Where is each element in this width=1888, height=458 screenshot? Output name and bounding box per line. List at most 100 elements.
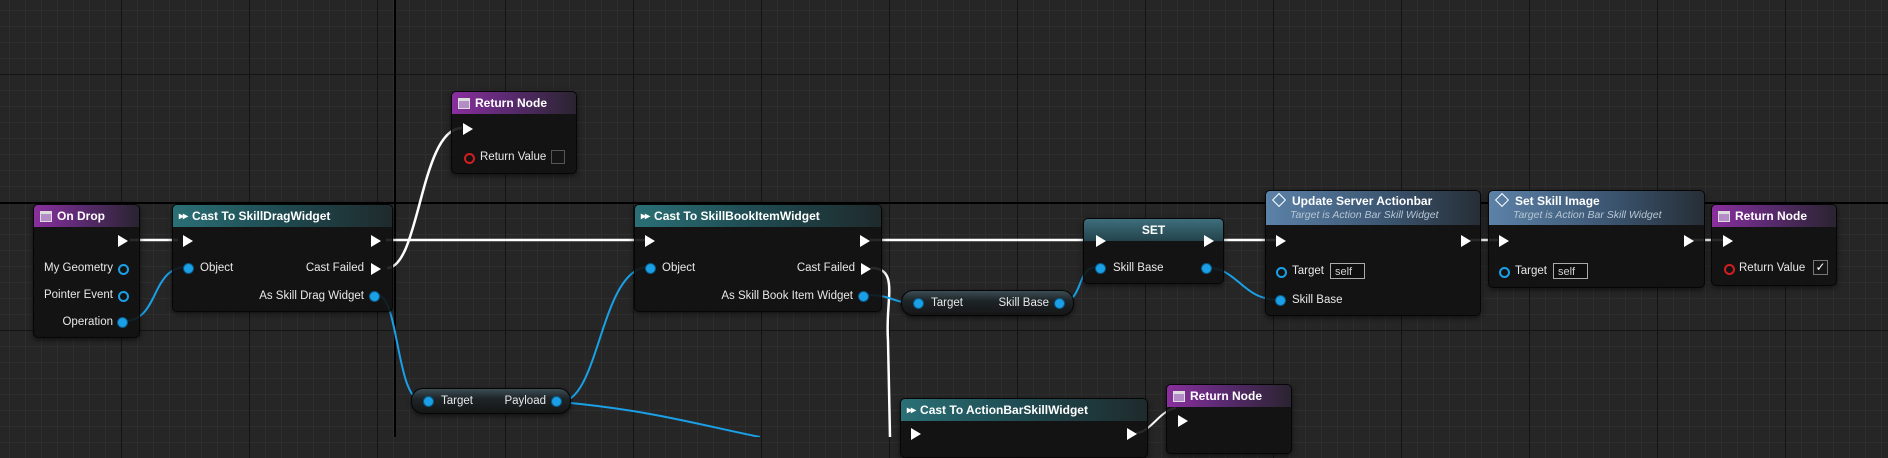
target-pin[interactable]: [1276, 267, 1287, 278]
exec-in-pin[interactable]: [911, 428, 921, 440]
cast-skill-drag-header: ▸▸ Cast To SkillDragWidget: [173, 205, 392, 227]
return-node-top-title: Return Node: [475, 96, 547, 110]
on-drop-node[interactable]: On Drop My Geometry Pointer Event Operat…: [33, 204, 140, 338]
as-skill-drag-widget-label: As Skill Drag Widget: [259, 290, 364, 302]
as-skill-book-item-widget-pin[interactable]: [859, 292, 868, 301]
return-node-bottom-title: Return Node: [1190, 389, 1262, 403]
cast-icon: ▸▸: [179, 210, 188, 222]
target-value-field[interactable]: self: [1553, 263, 1588, 279]
cast-skill-book-header: ▸▸ Cast To SkillBookItemWidget: [635, 205, 881, 227]
set-skill-image-title: Set Skill Image: [1515, 194, 1600, 208]
target-label: Target: [931, 297, 963, 309]
function-diamond-icon: [1271, 192, 1287, 208]
exec-in-pin[interactable]: [183, 235, 193, 247]
set-node-title: SET: [1141, 223, 1166, 237]
skill-base-input-label: Skill Base: [1113, 262, 1164, 274]
cast-failed-pin[interactable]: [371, 263, 381, 275]
cast-icon: ▸▸: [907, 404, 916, 416]
exec-out-pin[interactable]: [118, 235, 128, 247]
exec-in-pin[interactable]: [1178, 415, 1188, 427]
skill-base-pin[interactable]: [1276, 296, 1285, 305]
object-label: Object: [662, 262, 696, 274]
skill-base-label: Skill Base: [998, 297, 1050, 309]
cast-to-skill-drag-widget-node[interactable]: ▸▸ Cast To SkillDragWidget Object Cast F…: [172, 204, 393, 312]
set-skill-image-node[interactable]: Set Skill Image Target is Action Bar Ski…: [1488, 190, 1705, 288]
payload-pin[interactable]: [552, 397, 561, 406]
cast-failed-pin[interactable]: [861, 263, 871, 275]
update-server-actionbar-header: Update Server Actionbar Target is Action…: [1266, 191, 1480, 225]
object-pin[interactable]: [646, 264, 655, 273]
operation-pin[interactable]: [118, 318, 127, 327]
function-icon: [1173, 390, 1185, 402]
object-wire-payload-offscreen: [559, 401, 761, 437]
return-value-checkbox[interactable]: [551, 150, 565, 164]
cast-to-skill-book-item-widget-node[interactable]: ▸▸ Cast To SkillBookItemWidget Object Ca…: [634, 204, 882, 312]
cast-failed-label: Cast Failed: [305, 262, 364, 274]
return-node-bottom-header: Return Node: [1167, 385, 1291, 407]
object-label: Object: [200, 262, 234, 274]
payload-getter-node[interactable]: Target Payload: [411, 388, 571, 414]
target-value-field[interactable]: self: [1330, 263, 1365, 279]
cast-skill-drag-title: Cast To SkillDragWidget: [192, 209, 331, 223]
pointer-event-pin[interactable]: [118, 291, 129, 302]
function-icon: [40, 210, 52, 222]
return-value-label: Return Value: [1739, 262, 1806, 274]
cast-actionbar-header: ▸▸ Cast To ActionBarSkillWidget: [901, 399, 1147, 421]
skill-base-getter-node[interactable]: Target Skill Base: [901, 290, 1074, 316]
operation-label: Operation: [62, 316, 113, 328]
return-node-right-title: Return Node: [1735, 209, 1807, 223]
target-label: Target: [1515, 265, 1547, 277]
set-node[interactable]: SET Skill Base: [1083, 218, 1224, 284]
set-skill-image-subtitle: Target is Action Bar Skill Widget: [1513, 209, 1662, 221]
target-pin[interactable]: [914, 299, 923, 308]
set-skill-image-header: Set Skill Image Target is Action Bar Ski…: [1489, 191, 1704, 225]
exec-in-pin[interactable]: [645, 235, 655, 247]
skill-base-pin[interactable]: [1055, 299, 1064, 308]
target-pin[interactable]: [424, 397, 433, 406]
exec-out-pin[interactable]: [1461, 235, 1471, 247]
exec-in-pin[interactable]: [1499, 235, 1509, 247]
object-pin[interactable]: [184, 264, 193, 273]
exec-out-pin[interactable]: [371, 235, 381, 247]
skill-base-input-pin[interactable]: [1096, 264, 1105, 273]
skill-base-output-pin[interactable]: [1202, 264, 1211, 273]
as-skill-drag-widget-pin[interactable]: [370, 292, 379, 301]
return-node-right-header: Return Node: [1712, 205, 1836, 227]
exec-out-pin[interactable]: [1127, 428, 1137, 440]
cast-skill-book-title: Cast To SkillBookItemWidget: [654, 209, 820, 223]
function-icon: [458, 97, 470, 109]
exec-out-pin[interactable]: [860, 235, 870, 247]
cast-failed-label: Cast Failed: [796, 262, 855, 274]
my-geometry-label: My Geometry: [43, 262, 113, 274]
return-value-label: Return Value: [480, 151, 547, 163]
payload-label: Payload: [504, 395, 546, 407]
return-node-bottom[interactable]: Return Node: [1166, 384, 1292, 454]
exec-out-pin[interactable]: [1684, 235, 1694, 247]
function-diamond-icon: [1494, 192, 1510, 208]
return-value-pin[interactable]: [1724, 264, 1735, 275]
target-label: Target: [441, 395, 473, 407]
exec-out-pin[interactable]: [1204, 235, 1214, 247]
target-label: Target: [1292, 265, 1324, 277]
exec-in-pin[interactable]: [463, 123, 473, 135]
return-value-checkbox[interactable]: ✓: [1813, 260, 1828, 275]
my-geometry-pin[interactable]: [118, 264, 129, 275]
return-node-top[interactable]: Return Node Return Value: [451, 91, 577, 174]
return-value-pin[interactable]: [464, 153, 475, 164]
cast-icon: ▸▸: [641, 210, 650, 222]
return-node-top-header: Return Node: [452, 92, 576, 114]
exec-in-pin[interactable]: [1276, 235, 1286, 247]
as-skill-book-item-widget-label: As Skill Book Item Widget: [721, 290, 853, 302]
return-node-right[interactable]: Return Node Return Value ✓: [1711, 204, 1837, 286]
exec-in-pin[interactable]: [1096, 235, 1106, 247]
cast-actionbar-title: Cast To ActionBarSkillWidget: [920, 403, 1088, 417]
target-pin[interactable]: [1499, 267, 1510, 278]
function-icon: [1718, 210, 1730, 222]
exec-in-pin[interactable]: [1723, 235, 1733, 247]
update-server-actionbar-node[interactable]: Update Server Actionbar Target is Action…: [1265, 190, 1481, 316]
cast-to-actionbar-skill-widget-node[interactable]: ▸▸ Cast To ActionBarSkillWidget: [900, 398, 1148, 458]
update-server-actionbar-title: Update Server Actionbar: [1292, 194, 1433, 208]
skill-base-label: Skill Base: [1292, 294, 1343, 306]
on-drop-header: On Drop: [34, 205, 139, 227]
on-drop-title: On Drop: [57, 209, 105, 223]
